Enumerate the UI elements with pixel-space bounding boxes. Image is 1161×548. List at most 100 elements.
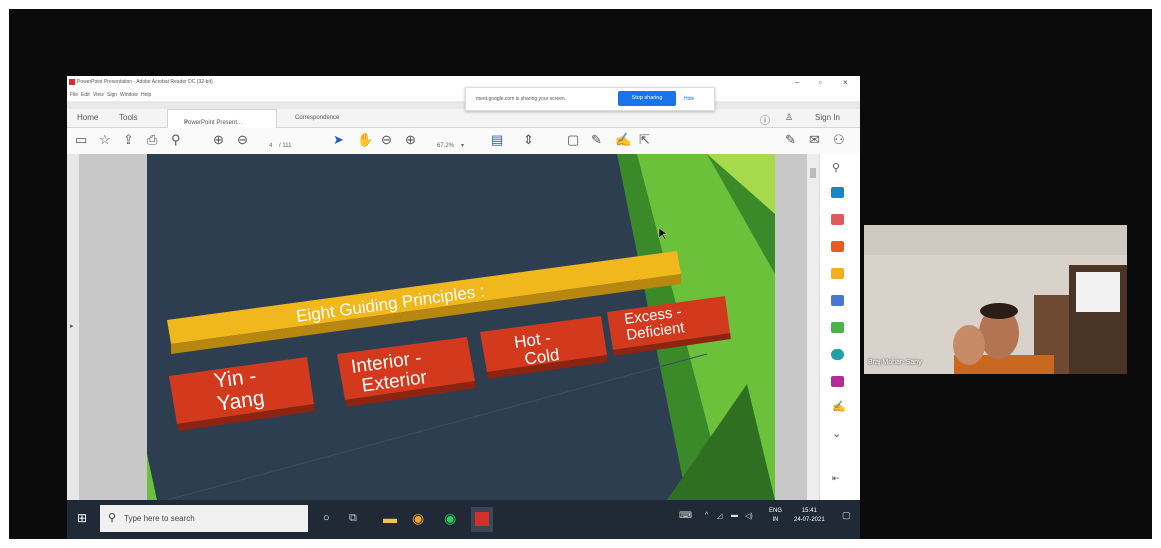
main-toolbar: ▭ ☆ ⇪ ⎙ ⚲ ⊕ ⊖ 4 / 111 ➤ ✋ ⊖ ⊕ 67.2% ▾ ▤ … [67,128,860,155]
tab-home[interactable]: Home [77,113,98,122]
task-view-icon[interactable]: ⧉ [349,510,357,526]
title-bar: PowerPoint Presentation - Adobe Acrobat … [67,76,860,91]
save-icon[interactable]: ▭ [75,132,87,148]
comment-tool-icon[interactable] [831,268,844,279]
tab-document[interactable]: PowerPoint Present... × [167,109,277,128]
person-hair-shape [980,303,1018,319]
slide-green-shape-left [147,454,157,500]
windows-start-icon[interactable]: ⊞ [77,511,87,525]
whatsapp-icon[interactable]: ◉ [444,510,456,526]
taskbar-search-box[interactable]: ⚲ Type here to search [100,505,308,532]
tab-bar: Home Tools PowerPoint Present... × Corre… [67,109,860,128]
page-down-icon[interactable]: ⊖ [237,132,248,148]
window-title: PowerPoint Presentation - Adobe Acrobat … [77,79,213,85]
print-icon[interactable]: ⎙ [147,132,157,148]
fill-and-sign-icon[interactable]: ✍ [832,401,846,413]
screen-share-notice: meet.google.com is sharing your screen. … [465,87,715,111]
more-tools-icon[interactable]: ⌄ [832,428,841,440]
minimize-icon[interactable]: – [795,78,799,87]
export-pdf-icon[interactable] [831,187,844,198]
close-window-icon[interactable]: × [843,78,848,87]
cortana-icon[interactable]: ○ [323,510,330,526]
scroll-thumb[interactable] [810,168,816,178]
acrobat-task-active[interactable] [471,507,493,532]
notifications-icon[interactable]: ▢ [842,510,851,521]
tab-document-label: PowerPoint Present... [184,120,243,126]
stop-sharing-button[interactable]: Stop sharing [618,91,676,106]
language-indicator[interactable]: ENG IN [769,507,782,525]
page-number-input[interactable]: 4 [269,138,272,154]
person-hand-shape [953,325,985,365]
fill-sign-icon[interactable]: ✎ [785,132,796,148]
language-label: ENG [769,508,783,514]
tab-close-icon[interactable]: × [184,120,188,126]
expand-pane-icon[interactable]: ▸ [70,322,74,330]
tile-hot-cold: Hot -Cold [480,316,608,379]
protect-icon[interactable] [831,376,844,387]
page-up-icon[interactable]: ⊕ [213,132,224,148]
sign-icon[interactable]: ✍ [615,132,631,148]
zoom-level-select[interactable]: 67.2% [437,138,454,154]
participant-name: Braj Mohan Sany [868,359,922,366]
highlight-pen-icon[interactable]: ✎ [591,132,602,148]
combine-files-icon[interactable] [831,295,844,306]
battery-icon[interactable]: ▬ [731,512,738,519]
zoom-in-icon[interactable]: ⊕ [405,132,416,148]
chevron-down-icon[interactable]: ▾ [461,138,464,154]
windows-taskbar: ⊞ ⚲ Type here to search ○ ⧉ ▬ ◉ ◉ ⌨ ^ ◿ … [67,500,860,539]
tile-yin-yang: Yin -Yang [169,357,315,431]
compress-pdf-icon[interactable] [831,349,844,360]
tray-arrow-icon[interactable]: ^ [705,512,708,519]
tools-sidebar: ⚲ ✍ ⌄ ⇤ [819,154,860,500]
slide-graphic: Eight Guiding Principles : Yin -Yang Int… [147,154,775,500]
menu-window[interactable]: Window [120,92,138,98]
share-message: meet.google.com is sharing your screen. [476,96,567,102]
help-icon[interactable]: ⓘ [760,112,770,127]
tile-interior-exterior: Interior -Exterior [337,337,476,407]
search-icon: ⚲ [108,512,117,524]
vertical-scrollbar[interactable] [807,154,819,500]
share-icon[interactable]: ⇱ [639,132,650,148]
taskbar-search-placeholder: Type here to search [124,514,195,523]
add-user-icon[interactable]: ⚇ [833,132,845,148]
meeting-stage: PowerPoint Presentation - Adobe Acrobat … [9,9,1152,539]
hand-tool-icon[interactable]: ✋ [357,132,373,148]
zoom-out-icon[interactable]: ⊖ [381,132,392,148]
keyboard-icon[interactable]: ⌨ [679,510,692,521]
edit-pdf-icon[interactable] [831,241,844,252]
participant-video-tile[interactable]: Braj Mohan Sany [864,225,1127,374]
menu-file[interactable]: File [70,92,78,98]
email-icon[interactable]: ✉ [809,132,820,148]
window-light-shape [1076,272,1120,312]
bell-icon[interactable]: ♙ [785,112,793,123]
hide-button[interactable]: Hide [684,96,694,102]
create-pdf-icon[interactable] [831,214,844,225]
clock-time: 15:41 [801,508,817,514]
page-view-icon[interactable]: ▤ [491,132,503,148]
collapse-panel-icon[interactable]: ⇤ [832,472,840,484]
menu-edit[interactable]: Edit [81,92,90,98]
sign-in-link[interactable]: Sign In [815,113,840,122]
taskbar-clock[interactable]: 15:41 24-07-2021 [794,507,825,525]
region-label: IN [772,517,779,523]
scroll-mode-icon[interactable]: ⇕ [523,132,534,148]
shared-screen: PowerPoint Presentation - Adobe Acrobat … [67,76,860,539]
menu-help[interactable]: Help [141,92,151,98]
maximize-icon[interactable]: ▫ [819,78,822,87]
file-explorer-icon[interactable]: ▬ [383,510,397,526]
menu-sign[interactable]: Sign [107,92,117,98]
bookmark-star-icon[interactable]: ☆ [99,132,111,148]
chrome-icon[interactable]: ◉ [412,510,424,526]
tab-tools[interactable]: Tools [119,113,138,122]
network-icon[interactable]: ◿ [717,512,722,520]
upload-icon[interactable]: ⇪ [123,132,134,148]
menu-bar: File Edit View Sign Window Help [67,91,860,101]
organize-pages-icon[interactable] [831,322,844,333]
select-cursor-icon[interactable]: ➤ [333,132,344,148]
menu-view[interactable]: View [93,92,104,98]
tab-correspondence[interactable]: Correspondence [295,115,339,121]
search-icon[interactable]: ⚲ [171,132,181,148]
zoom-search-icon[interactable]: ⚲ [832,162,840,174]
volume-icon[interactable]: ◁) [745,512,753,520]
comment-icon[interactable]: ▢ [567,132,579,148]
